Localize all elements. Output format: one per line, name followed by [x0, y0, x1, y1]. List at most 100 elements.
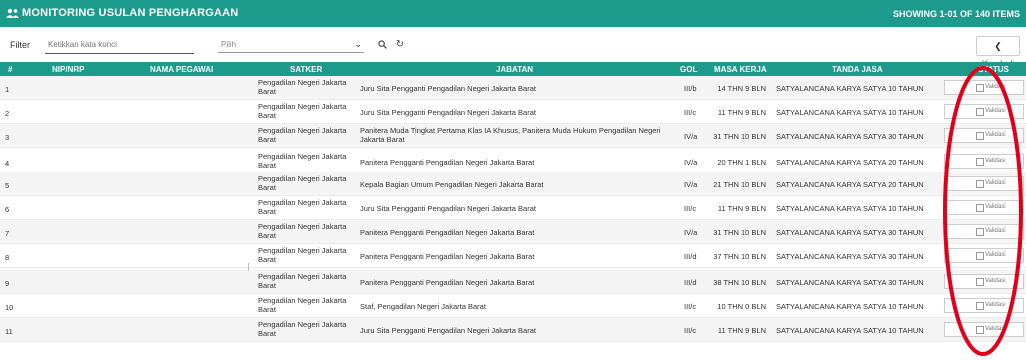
- table-row: 4 Pengadilan Negeri Jakarta Barat Panitera…: [0, 150, 1026, 174]
- table-row: 10 Pengadilan Negeri Jakarta Barat Staf, P…: [0, 294, 1026, 318]
- row-satker: Pengadilan Negeri Jakarta Barat: [258, 78, 347, 96]
- validasi-button[interactable]: Validasi: [944, 128, 1024, 143]
- row-number: 8: [5, 253, 10, 262]
- checkbox-icon: [976, 326, 984, 334]
- table-header: # NIP/NRP NAMA PEGAWAI SATKER JABATAN GO…: [0, 62, 1026, 76]
- validasi-button[interactable]: Validasi: [944, 176, 1024, 191]
- row-tanda-jasa: SATYALANCANA KARYA SATYA 10 TAHUN: [776, 108, 924, 117]
- col-jabatan: JABATAN: [496, 65, 534, 74]
- validasi-label: Validasi: [985, 84, 1006, 90]
- row-tanda-jasa: SATYALANCANA KARYA SATYA 30 TAHUN: [776, 278, 924, 287]
- row-gol: III/c: [684, 204, 697, 213]
- row-tanda-jasa: SATYALANCANA KARYA SATYA 30 TAHUN: [776, 252, 924, 261]
- row-masa-kerja: 10 THN 0 BLN: [717, 302, 766, 311]
- row-satker: Pengadilan Negeri Jakarta Barat: [258, 102, 347, 120]
- row-jabatan: Panitera Pengganti Pengadilan Negeri Jak…: [360, 278, 535, 287]
- validasi-button[interactable]: Validasi: [944, 154, 1024, 169]
- text-cursor: [248, 263, 249, 271]
- col-status: STATUS: [978, 65, 1009, 74]
- row-number: 6: [5, 205, 10, 214]
- search-input[interactable]: [45, 36, 194, 54]
- row-jabatan: Juru Sita Pengganti Pengadilan Negeri Ja…: [360, 108, 536, 117]
- checkbox-icon: [976, 132, 984, 140]
- col-gol: GOL: [680, 65, 698, 74]
- filter-select-value: Pilih: [221, 40, 237, 49]
- row-gol: III/c: [684, 302, 697, 311]
- col-nip: NIP/NRP: [52, 65, 85, 74]
- row-tanda-jasa: SATYALANCANA KARYA SATYA 10 TAHUN: [776, 326, 924, 335]
- row-jabatan: Kepala Bagian Umum Pengadilan Negeri Jak…: [360, 180, 544, 189]
- row-gol: III/b: [684, 84, 697, 93]
- col-masa: MASA KERJA: [714, 65, 767, 74]
- row-masa-kerja: 11 THN 9 BLN: [717, 326, 766, 335]
- checkbox-icon: [976, 84, 984, 92]
- row-masa-kerja: 11 THN 9 BLN: [717, 108, 766, 117]
- col-nama: NAMA PEGAWAI: [150, 65, 214, 74]
- row-gol: IV/a: [684, 180, 698, 189]
- row-gol: III/c: [684, 108, 697, 117]
- row-masa-kerja: 31 THN 10 BLN: [713, 228, 766, 237]
- chevron-down-icon: ⌄: [354, 39, 362, 49]
- row-masa-kerja: 21 THN 10 BLN: [713, 180, 766, 189]
- validasi-label: Validasi: [985, 108, 1006, 114]
- validasi-button[interactable]: Validasi: [944, 104, 1024, 119]
- row-jabatan: Juru Sita Pengganti Pengadilan Negeri Ja…: [360, 326, 536, 335]
- validasi-button[interactable]: Validasi: [944, 248, 1024, 263]
- row-gol: IV/a: [684, 228, 698, 237]
- table-row: 8 Pengadilan Negeri Jakarta Barat Panitera…: [0, 244, 1026, 268]
- filter-select[interactable]: Pilih ⌄: [218, 36, 364, 53]
- validasi-label: Validasi: [985, 278, 1006, 284]
- checkbox-icon: [976, 108, 984, 116]
- validasi-button[interactable]: Validasi: [944, 200, 1024, 215]
- validasi-label: Validasi: [985, 132, 1006, 138]
- users-icon: [6, 8, 19, 18]
- row-tanda-jasa: SATYALANCANA KARYA SATYA 10 TAHUN: [776, 204, 924, 213]
- row-number: 1: [5, 85, 10, 94]
- validasi-label: Validasi: [985, 326, 1006, 332]
- validasi-button[interactable]: Validasi: [944, 322, 1024, 337]
- table-row: 7 Pengadilan Negeri Jakarta Barat Panitera…: [0, 220, 1026, 244]
- row-jabatan: Juru Sita Pengganti Pengadilan Negeri Ja…: [360, 84, 536, 93]
- validasi-button[interactable]: Validasi: [944, 274, 1024, 289]
- refresh-icon: ↻: [395, 39, 405, 50]
- row-satker: Pengadilan Negeri Jakarta Barat: [258, 174, 347, 192]
- row-number: 4: [5, 159, 10, 168]
- validasi-button[interactable]: Validasi: [944, 224, 1024, 239]
- row-satker: Pengadilan Negeri Jakarta Barat: [258, 320, 347, 338]
- validasi-label: Validasi: [985, 252, 1006, 258]
- row-tanda-jasa: SATYALANCANA KARYA SATYA 10 TAHUN: [776, 302, 924, 311]
- row-jabatan: Panitera Pengganti Pengadilan Negeri Jak…: [360, 158, 535, 167]
- validasi-label: Validasi: [985, 180, 1006, 186]
- row-tanda-jasa: SATYALANCANA KARYA SATYA 20 TAHUN: [776, 158, 924, 167]
- header-bar: MONITORING USULAN PENGHARGAAN SHOWING 1-…: [0, 0, 1026, 27]
- row-satker: Pengadilan Negeri Jakarta Barat: [258, 296, 347, 314]
- row-satker: Pengadilan Negeri Jakarta Barat: [258, 246, 347, 264]
- col-no: #: [8, 65, 13, 74]
- row-satker: Pengadilan Negeri Jakarta Barat: [258, 126, 347, 144]
- row-tanda-jasa: SATYALANCANA KARYA SATYA 30 TAHUN: [776, 132, 924, 141]
- row-gol: IV/a: [684, 132, 698, 141]
- refresh-button[interactable]: ↻: [391, 36, 409, 53]
- checkbox-icon: [976, 180, 984, 188]
- row-masa-kerja: 38 THN 10 BLN: [713, 278, 766, 287]
- col-tanda: TANDA JASA: [832, 65, 883, 74]
- filter-bar: Filter Pilih ⌄ ↻ ❮ Kembali: [0, 27, 1026, 69]
- row-jabatan: Panitera Pengganti Pengadilan Negeri Jak…: [360, 228, 535, 237]
- page-title: MONITORING USULAN PENGHARGAAN: [22, 7, 239, 19]
- validasi-button[interactable]: Validasi: [944, 80, 1024, 95]
- row-gol: III/d: [684, 278, 697, 287]
- validasi-label: Validasi: [985, 158, 1006, 164]
- table-row: 11 Pengadilan Negeri Jakarta Barat Juru Si…: [0, 318, 1026, 342]
- checkbox-icon: [976, 302, 984, 310]
- row-satker: Pengadilan Negeri Jakarta Barat: [258, 222, 347, 240]
- back-button[interactable]: ❮ Kembali: [976, 36, 1020, 69]
- row-number: 5: [5, 181, 10, 190]
- checkbox-icon: [976, 228, 984, 236]
- row-number: 7: [5, 229, 10, 238]
- search-icon: [377, 40, 387, 49]
- search-button[interactable]: [373, 36, 391, 53]
- table-row: 5 Pengadilan Negeri Jakarta Barat Kepala B…: [0, 172, 1026, 196]
- row-masa-kerja: 31 THN 10 BLN: [713, 132, 766, 141]
- validasi-button[interactable]: Validasi: [944, 298, 1024, 313]
- row-masa-kerja: 11 THN 9 BLN: [717, 204, 766, 213]
